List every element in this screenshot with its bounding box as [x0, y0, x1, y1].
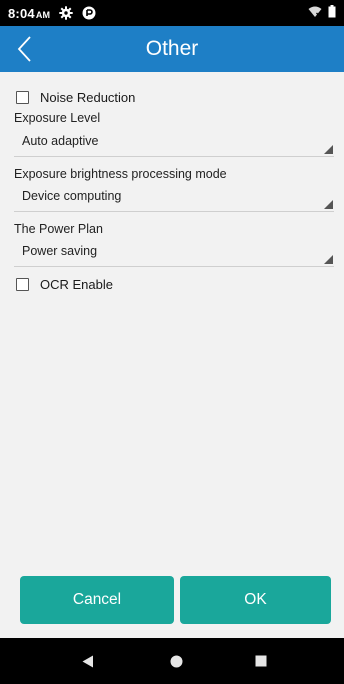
status-bar: 8:04AM — [0, 0, 344, 26]
dropdown-arrow-icon — [324, 200, 333, 209]
status-time-value: 8:04 — [8, 5, 35, 21]
exposure-level-value: Auto adaptive — [22, 134, 99, 148]
navigation-bar — [0, 638, 344, 684]
recents-square-icon — [255, 655, 267, 667]
ocr-enable-checkbox-box[interactable] — [16, 277, 29, 291]
noise-reduction-checkbox[interactable]: Noise Reduction — [16, 86, 135, 108]
exposure-mode-dropdown[interactable]: Device computing — [14, 186, 334, 212]
power-plan-label: The Power Plan — [14, 222, 103, 236]
sync-icon — [82, 6, 96, 20]
noise-reduction-label: Noise Reduction — [40, 89, 136, 105]
status-time-ampm: AM — [35, 9, 51, 20]
back-triangle-icon — [82, 655, 93, 667]
noise-reduction-checkbox-box[interactable] — [16, 90, 29, 104]
nav-back-button[interactable] — [63, 638, 113, 684]
exposure-level-dropdown[interactable]: Auto adaptive — [14, 131, 334, 157]
status-time: 8:04AM — [8, 6, 50, 21]
power-plan-dropdown[interactable]: Power saving — [14, 241, 334, 267]
cancel-button[interactable]: Cancel — [20, 576, 174, 624]
power-plan-value: Power saving — [22, 244, 98, 258]
nav-home-button[interactable] — [151, 638, 201, 684]
ocr-enable-label: OCR Enable — [40, 276, 113, 292]
dropdown-arrow-icon — [324, 145, 333, 154]
wifi-icon — [308, 6, 322, 21]
exposure-mode-label: Exposure brightness processing mode — [14, 167, 227, 181]
ocr-enable-checkbox[interactable]: OCR Enable — [16, 273, 113, 295]
settings-panel: Noise Reduction Exposure Level Auto adap… — [0, 72, 344, 638]
page-title: Other — [145, 37, 199, 60]
ok-button[interactable]: OK — [180, 576, 331, 624]
home-circle-icon — [170, 655, 182, 667]
battery-icon — [328, 5, 336, 21]
dropdown-arrow-icon — [324, 255, 333, 264]
nav-recents-button[interactable] — [236, 638, 286, 684]
exposure-mode-value: Device computing — [22, 189, 122, 203]
gear-icon — [59, 6, 73, 20]
exposure-level-label: Exposure Level — [14, 111, 101, 125]
app-bar: Other — [0, 26, 344, 72]
